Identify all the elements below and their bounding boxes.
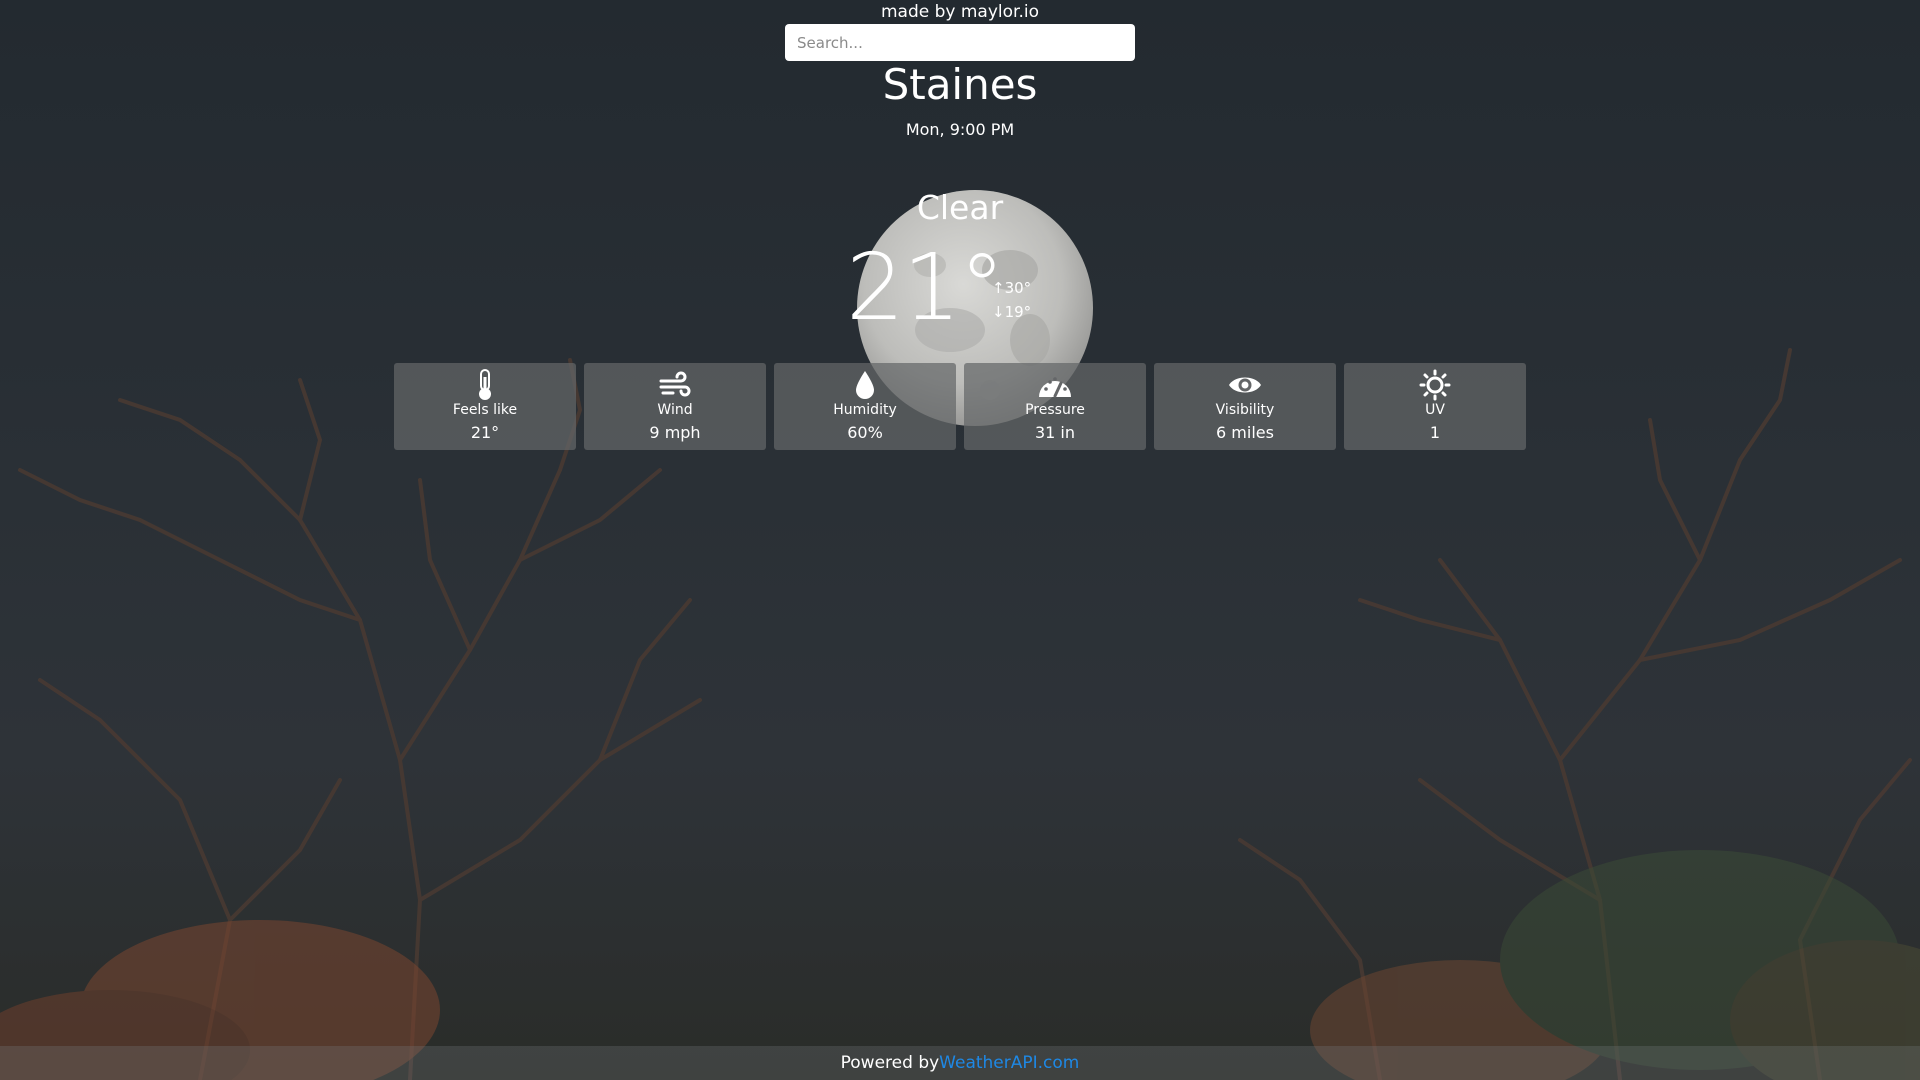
high-temp: ↑30°: [992, 279, 1032, 297]
low-temp: ↓19°: [992, 303, 1032, 321]
high-low-temps: ↑30° ↓19°: [992, 276, 1031, 324]
wind-icon: [658, 369, 692, 401]
footer-prefix: Powered by: [840, 1053, 940, 1073]
credit-text: made by maylor.io: [880, 2, 1039, 22]
stat-value: 60%: [847, 423, 883, 442]
stat-value: 1: [1429, 423, 1441, 442]
city-name: Staines: [882, 60, 1038, 109]
local-datetime: Mon, 9:00 PM: [905, 120, 1015, 139]
current-temperature: 21°: [846, 234, 1005, 341]
stat-label: Humidity: [833, 402, 897, 418]
stat-visibility: Visibility 6 miles: [1154, 363, 1336, 450]
search-input[interactable]: [785, 24, 1135, 61]
stat-wind: Wind 9 mph: [584, 363, 766, 450]
weather-stats: Feels like 21° Wind 9 mph Humidity 60% P…: [394, 363, 1526, 450]
stat-label: Pressure: [1025, 402, 1085, 418]
stat-label: UV: [1425, 402, 1445, 418]
footer: Powered byWeatherAPI.com: [0, 1046, 1920, 1080]
background-image: [0, 190, 1920, 1080]
eye-icon: [1228, 369, 1262, 401]
stat-value: 21°: [470, 423, 500, 442]
search-bar: [785, 24, 1135, 61]
weatherapi-link[interactable]: WeatherAPI.com: [939, 1053, 1079, 1073]
weather-condition: Clear: [916, 188, 1004, 227]
stat-value: 9 mph: [649, 423, 701, 442]
stat-feels-like: Feels like 21°: [394, 363, 576, 450]
stat-label: Visibility: [1215, 402, 1275, 418]
stat-label: Feels like: [452, 402, 518, 418]
thermometer-icon: [468, 369, 502, 401]
stat-pressure: Pressure 31 in: [964, 363, 1146, 450]
stat-label: Wind: [657, 402, 693, 418]
stat-uv: UV 1: [1344, 363, 1526, 450]
stat-value: 31 in: [1034, 423, 1076, 442]
stat-value: 6 miles: [1216, 423, 1274, 442]
droplet-icon: [848, 369, 882, 401]
stat-humidity: Humidity 60%: [774, 363, 956, 450]
sun-icon: [1418, 369, 1452, 401]
gauge-icon: [1038, 369, 1072, 401]
